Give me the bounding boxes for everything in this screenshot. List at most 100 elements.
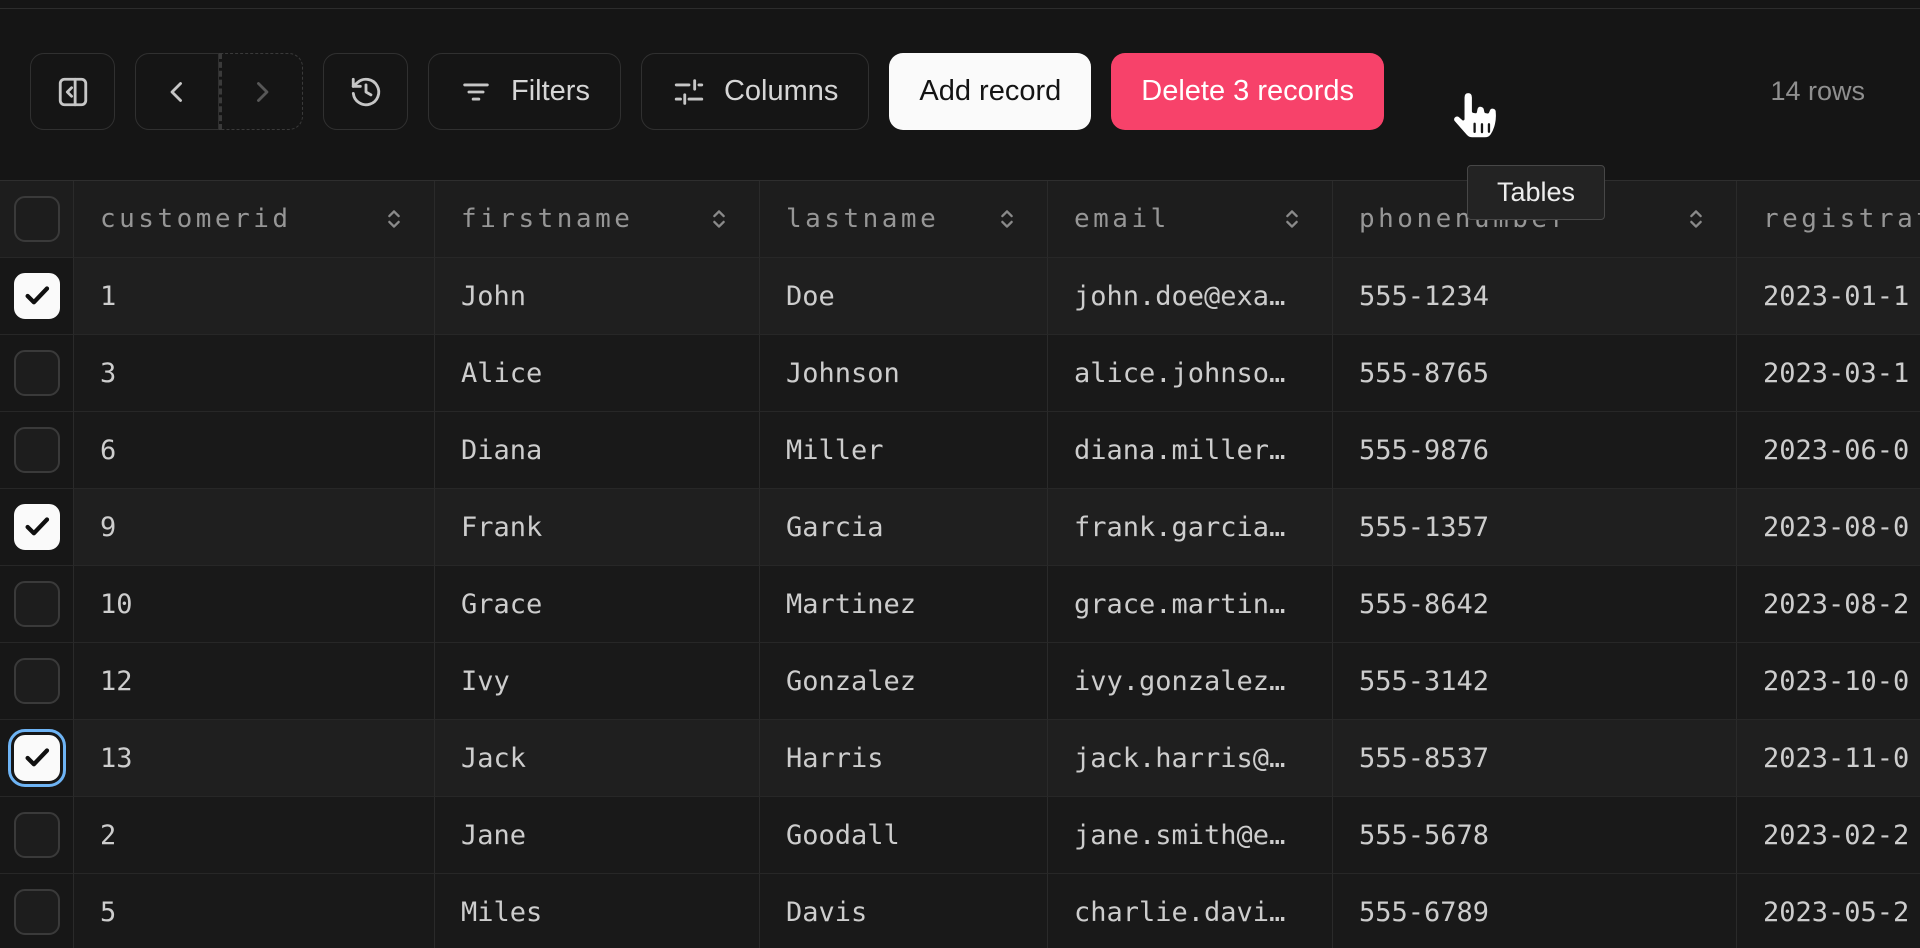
chevron-left-icon bbox=[160, 75, 194, 109]
row-select-cell bbox=[0, 258, 74, 335]
cell-customerid[interactable]: 13 bbox=[74, 720, 435, 797]
row-checkbox[interactable] bbox=[14, 350, 60, 396]
cell-lastname[interactable]: Goodall bbox=[760, 797, 1048, 874]
cell-registrationdate[interactable]: 2023-05-2 bbox=[1737, 874, 1920, 948]
table-row[interactable]: 6DianaMillerdiana.miller…555-98762023-06… bbox=[0, 412, 1920, 489]
cell-email[interactable]: ivy.gonzalez… bbox=[1048, 643, 1333, 720]
cell-phonenumber[interactable]: 555-6789 bbox=[1333, 874, 1737, 948]
column-header-customerid[interactable]: customerid bbox=[74, 181, 435, 258]
cell-email[interactable]: diana.miller… bbox=[1048, 412, 1333, 489]
row-checkbox[interactable] bbox=[14, 889, 60, 935]
cell-customerid[interactable]: 5 bbox=[74, 874, 435, 948]
cell-lastname[interactable]: Davis bbox=[760, 874, 1048, 948]
cell-customerid[interactable]: 2 bbox=[74, 797, 435, 874]
row-checkbox[interactable] bbox=[14, 504, 60, 550]
column-header-registrationdate[interactable]: registrat bbox=[1737, 181, 1920, 258]
forward-button[interactable] bbox=[219, 53, 303, 130]
cell-firstname[interactable]: John bbox=[435, 258, 760, 335]
cell-email[interactable]: jane.smith@e… bbox=[1048, 797, 1333, 874]
back-button[interactable] bbox=[135, 53, 219, 130]
row-checkbox[interactable] bbox=[14, 273, 60, 319]
cell-email[interactable]: charlie.davi… bbox=[1048, 874, 1333, 948]
cell-firstname[interactable]: Jack bbox=[435, 720, 760, 797]
cell-customerid[interactable]: 6 bbox=[74, 412, 435, 489]
table-row[interactable]: 10GraceMartinezgrace.martin…555-86422023… bbox=[0, 566, 1920, 643]
refresh-history-button[interactable] bbox=[323, 53, 408, 130]
row-checkbox[interactable] bbox=[14, 658, 60, 704]
sidebar-toggle-button[interactable] bbox=[30, 53, 115, 130]
cell-phonenumber[interactable]: 555-5678 bbox=[1333, 797, 1737, 874]
filter-lines-icon bbox=[459, 75, 493, 109]
cell-firstname[interactable]: Miles bbox=[435, 874, 760, 948]
cell-registrationdate[interactable]: 2023-08-2 bbox=[1737, 566, 1920, 643]
cell-firstname[interactable]: Grace bbox=[435, 566, 760, 643]
row-checkbox[interactable] bbox=[14, 812, 60, 858]
columns-button[interactable]: Columns bbox=[641, 53, 869, 130]
cell-lastname[interactable]: Garcia bbox=[760, 489, 1048, 566]
table-row[interactable]: 1JohnDoejohn.doe@exa…555-12342023-01-1 bbox=[0, 258, 1920, 335]
row-select-cell bbox=[0, 335, 74, 412]
cell-firstname[interactable]: Diana bbox=[435, 412, 760, 489]
cell-registrationdate[interactable]: 2023-02-2 bbox=[1737, 797, 1920, 874]
cell-email[interactable]: alice.johnso… bbox=[1048, 335, 1333, 412]
cell-phonenumber[interactable]: 555-8765 bbox=[1333, 335, 1737, 412]
cell-phonenumber[interactable]: 555-3142 bbox=[1333, 643, 1737, 720]
cell-phonenumber[interactable]: 555-1357 bbox=[1333, 489, 1737, 566]
chevrons-up-down-icon bbox=[1682, 205, 1710, 233]
cell-registrationdate[interactable]: 2023-08-0 bbox=[1737, 489, 1920, 566]
chevrons-up-down-icon bbox=[1278, 205, 1306, 233]
cell-registrationdate[interactable]: 2023-10-0 bbox=[1737, 643, 1920, 720]
cell-email[interactable]: john.doe@exa… bbox=[1048, 258, 1333, 335]
cell-lastname[interactable]: Johnson bbox=[760, 335, 1048, 412]
cell-firstname[interactable]: Jane bbox=[435, 797, 760, 874]
cell-customerid[interactable]: 12 bbox=[74, 643, 435, 720]
add-record-label: Add record bbox=[919, 75, 1061, 108]
cell-email[interactable]: jack.harris@… bbox=[1048, 720, 1333, 797]
cell-registrationdate[interactable]: 2023-03-1 bbox=[1737, 335, 1920, 412]
cell-registrationdate[interactable]: 2023-11-0 bbox=[1737, 720, 1920, 797]
cell-firstname[interactable]: Alice bbox=[435, 335, 760, 412]
row-select-cell bbox=[0, 412, 74, 489]
column-header-email[interactable]: email bbox=[1048, 181, 1333, 258]
select-all-checkbox[interactable] bbox=[14, 196, 60, 242]
table-row[interactable]: 5MilesDavischarlie.davi…555-67892023-05-… bbox=[0, 874, 1920, 948]
cell-firstname[interactable]: Frank bbox=[435, 489, 760, 566]
row-checkbox[interactable] bbox=[14, 735, 60, 781]
cell-registrationdate[interactable]: 2023-06-0 bbox=[1737, 412, 1920, 489]
check-icon bbox=[22, 281, 52, 311]
row-checkbox[interactable] bbox=[14, 427, 60, 473]
cell-lastname[interactable]: Harris bbox=[760, 720, 1048, 797]
cell-email[interactable]: frank.garcia… bbox=[1048, 489, 1333, 566]
cell-customerid[interactable]: 3 bbox=[74, 335, 435, 412]
delete-records-button[interactable]: Delete 3 records bbox=[1111, 53, 1384, 130]
cell-email[interactable]: grace.martin… bbox=[1048, 566, 1333, 643]
table-row[interactable]: 9FrankGarciafrank.garcia…555-13572023-08… bbox=[0, 489, 1920, 566]
cell-registrationdate[interactable]: 2023-01-1 bbox=[1737, 258, 1920, 335]
row-checkbox[interactable] bbox=[14, 581, 60, 627]
data-table: customeridfirstnamelastnameemailphonenum… bbox=[0, 180, 1920, 948]
cell-phonenumber[interactable]: 555-1234 bbox=[1333, 258, 1737, 335]
delete-records-label: Delete 3 records bbox=[1141, 75, 1354, 108]
cell-phonenumber[interactable]: 555-8642 bbox=[1333, 566, 1737, 643]
filters-button[interactable]: Filters bbox=[428, 53, 621, 130]
database-table-view: Filters Columns Add record Delete 3 reco… bbox=[0, 0, 1920, 948]
cell-customerid[interactable]: 10 bbox=[74, 566, 435, 643]
add-record-button[interactable]: Add record bbox=[889, 53, 1091, 130]
table-row[interactable]: 12IvyGonzalezivy.gonzalez…555-31422023-1… bbox=[0, 643, 1920, 720]
cell-lastname[interactable]: Miller bbox=[760, 412, 1048, 489]
column-header-lastname[interactable]: lastname bbox=[760, 181, 1048, 258]
cell-phonenumber[interactable]: 555-8537 bbox=[1333, 720, 1737, 797]
cell-lastname[interactable]: Gonzalez bbox=[760, 643, 1048, 720]
cell-phonenumber[interactable]: 555-9876 bbox=[1333, 412, 1737, 489]
table-row[interactable]: 13JackHarrisjack.harris@…555-85372023-11… bbox=[0, 720, 1920, 797]
table-row[interactable]: 2JaneGoodalljane.smith@e…555-56782023-02… bbox=[0, 797, 1920, 874]
cell-customerid[interactable]: 1 bbox=[74, 258, 435, 335]
cell-firstname[interactable]: Ivy bbox=[435, 643, 760, 720]
column-header-firstname[interactable]: firstname bbox=[435, 181, 760, 258]
cell-lastname[interactable]: Doe bbox=[760, 258, 1048, 335]
cell-customerid[interactable]: 9 bbox=[74, 489, 435, 566]
table-row[interactable]: 3AliceJohnsonalice.johnso…555-87652023-0… bbox=[0, 335, 1920, 412]
chevrons-up-down-icon bbox=[380, 205, 408, 233]
cell-lastname[interactable]: Martinez bbox=[760, 566, 1048, 643]
history-clock-icon bbox=[349, 75, 383, 109]
